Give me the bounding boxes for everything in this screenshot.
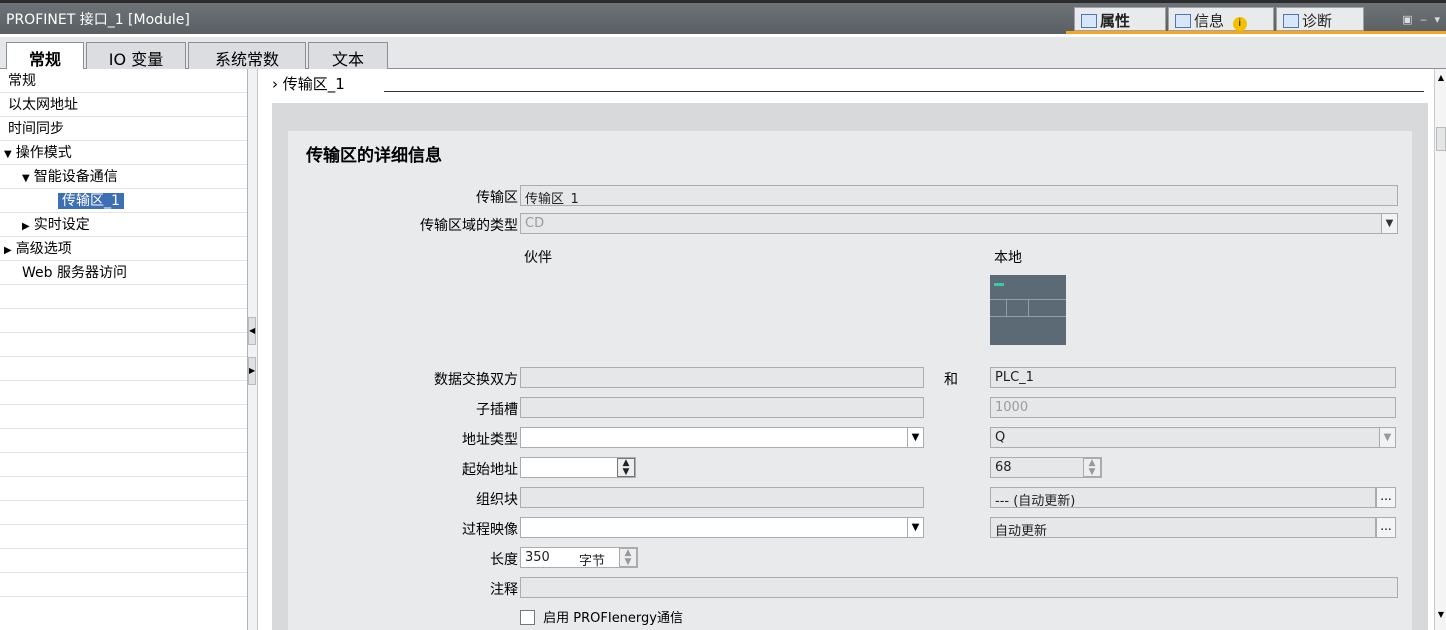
scroll-down-icon[interactable]: ▼ bbox=[1436, 610, 1446, 626]
section-title: 传输区的详细信息 bbox=[306, 146, 442, 166]
length-label: 长度 bbox=[490, 552, 518, 568]
chevron-down-icon[interactable]: ▼ bbox=[22, 173, 30, 184]
details-pane: › 传输区_1 传输区的详细信息 传输区 传输区_1 传输区域的类型 CD ▼ … bbox=[258, 69, 1434, 630]
tab-diagnostics[interactable]: 诊断 bbox=[1276, 7, 1364, 31]
transfer-area-details-panel: 传输区的详细信息 传输区 传输区_1 传输区域的类型 CD ▼ 伙伴 本地 数据… bbox=[288, 131, 1412, 630]
sidebar-item-i-device[interactable]: ▼ 智能设备通信 bbox=[0, 165, 247, 189]
tab-general[interactable]: 常规 bbox=[6, 42, 84, 70]
sidebar-item-web-server[interactable]: Web 服务器访问 bbox=[0, 261, 247, 285]
start-address-label: 起始地址 bbox=[462, 462, 518, 478]
local-exchange-field[interactable]: PLC_1 bbox=[990, 367, 1396, 388]
plc-device-icon bbox=[990, 275, 1066, 345]
info-icon bbox=[1175, 14, 1191, 28]
exchange-label: 数据交换双方 bbox=[434, 372, 518, 388]
chevron-right-icon[interactable]: ▶ bbox=[4, 245, 12, 256]
window-title: PROFINET 接口_1 [Module] bbox=[6, 12, 190, 28]
sidebar-item-realtime[interactable]: ▶ 实时设定 bbox=[0, 213, 247, 237]
chevron-down-icon[interactable]: ▼ bbox=[1381, 214, 1397, 233]
sidebar-empty-row bbox=[0, 405, 247, 429]
breadcrumb-divider bbox=[384, 91, 1424, 92]
local-address-type-select[interactable]: Q ▼ bbox=[990, 427, 1396, 448]
stepper-icon[interactable]: ▲ ▼ bbox=[619, 548, 637, 567]
transfer-area-label: 传输区 bbox=[476, 190, 518, 206]
sidebar-empty-row bbox=[0, 453, 247, 477]
chevron-down-icon[interactable]: ▼ bbox=[907, 428, 923, 447]
sidebar-empty-row bbox=[0, 429, 247, 453]
chevron-down-icon[interactable]: ▼ bbox=[907, 518, 923, 537]
partner-process-image-select[interactable]: ▼ bbox=[520, 517, 924, 538]
chevron-down-icon[interactable]: ▼ bbox=[4, 149, 12, 160]
proenergy-checkbox[interactable] bbox=[520, 610, 535, 625]
partner-address-type-select[interactable]: ▼ bbox=[520, 427, 924, 448]
tab-system-constants[interactable]: 系统常数 bbox=[188, 42, 306, 69]
partner-subslot-field[interactable] bbox=[520, 397, 924, 418]
process-image-label: 过程映像 bbox=[462, 522, 518, 538]
collapse-left-icon[interactable]: ◀ bbox=[248, 317, 256, 345]
partner-header: 伙伴 bbox=[524, 250, 552, 266]
navigation-tree: 常规 以太网地址 时间同步 ▼ 操作模式 ▼ 智能设备通信 传输区_1 ▶ 实时设定 … bbox=[0, 69, 248, 630]
chevron-down-icon[interactable]: ▼ bbox=[1379, 428, 1395, 447]
property-tabs: 常规 IO 变量 系统常数 文本 bbox=[0, 37, 1446, 70]
diagnostics-icon bbox=[1283, 14, 1299, 28]
sidebar-item-advanced[interactable]: ▶ 高级选项 bbox=[0, 237, 247, 261]
area-type-label: 传输区域的类型 bbox=[420, 218, 518, 234]
transfer-area-name-field[interactable]: 传输区_1 bbox=[520, 185, 1398, 206]
sidebar-empty-row bbox=[0, 309, 247, 333]
tab-texts[interactable]: 文本 bbox=[308, 42, 388, 69]
stepper-icon[interactable]: ▲ ▼ bbox=[617, 458, 635, 477]
sidebar-item-transfer-area[interactable]: 传输区_1 bbox=[0, 189, 247, 213]
comment-label: 注释 bbox=[490, 582, 518, 598]
comment-field[interactable] bbox=[520, 577, 1398, 598]
area-type-select[interactable]: CD ▼ bbox=[520, 213, 1398, 234]
vertical-scrollbar[interactable]: ▲ ▼ bbox=[1434, 69, 1446, 630]
length-field[interactable]: 350 字节 ▲ ▼ bbox=[520, 547, 638, 568]
ellipsis-button[interactable]: ... bbox=[1376, 517, 1396, 538]
ellipsis-button[interactable]: ... bbox=[1376, 487, 1396, 508]
sidebar-item-ethernet[interactable]: 以太网地址 bbox=[0, 93, 247, 117]
scroll-up-icon[interactable]: ▲ bbox=[1436, 73, 1446, 89]
local-header: 本地 bbox=[994, 250, 1022, 266]
tab-info[interactable]: 信息 i bbox=[1168, 7, 1274, 31]
content-area: 传输区的详细信息 传输区 传输区_1 传输区域的类型 CD ▼ 伙伴 本地 数据… bbox=[272, 103, 1428, 630]
partner-exchange-field[interactable] bbox=[520, 367, 924, 388]
proenergy-option[interactable]: 启用 PROFIenergy通信 bbox=[520, 607, 820, 627]
partner-ob-field[interactable] bbox=[520, 487, 924, 508]
tab-io-tags[interactable]: IO 变量 bbox=[86, 42, 186, 69]
scroll-thumb[interactable] bbox=[1436, 127, 1446, 151]
window-controls[interactable]: ▣ ‒ ▾ bbox=[1402, 13, 1442, 26]
properties-icon bbox=[1081, 14, 1097, 28]
sidebar-empty-row bbox=[0, 549, 247, 573]
chevron-right-icon[interactable]: ▶ bbox=[22, 221, 30, 232]
sidebar-empty-row bbox=[0, 381, 247, 405]
sidebar-item-general[interactable]: 常规 bbox=[0, 69, 247, 93]
breadcrumb: › 传输区_1 bbox=[272, 75, 345, 93]
tab-properties[interactable]: 属性 bbox=[1074, 7, 1166, 31]
sidebar-empty-row bbox=[0, 525, 247, 549]
info-badge-icon: i bbox=[1232, 17, 1247, 31]
sidebar-item-time-sync[interactable]: 时间同步 bbox=[0, 117, 247, 141]
inspector-titlebar: PROFINET 接口_1 [Module] 属性 信息 i 诊断 ▣ ‒ ▾ bbox=[0, 0, 1446, 34]
expand-right-icon[interactable]: ▶ bbox=[248, 357, 256, 385]
ob-label: 组织块 bbox=[476, 492, 518, 508]
sidebar-empty-row bbox=[0, 477, 247, 501]
and-label: 和 bbox=[944, 372, 958, 388]
local-ob-field[interactable]: --- (自动更新) bbox=[990, 487, 1376, 508]
sidebar-empty-row bbox=[0, 333, 247, 357]
local-start-address-field[interactable]: 68 ▲ ▼ bbox=[990, 457, 1102, 478]
sidebar-empty-row bbox=[0, 357, 247, 381]
sidebar-item-operating-mode[interactable]: ▼ 操作模式 bbox=[0, 141, 247, 165]
sidebar-empty-row bbox=[0, 501, 247, 525]
accent-line bbox=[1066, 31, 1446, 34]
sidebar-empty-row bbox=[0, 285, 247, 309]
sidebar-empty-row bbox=[0, 573, 247, 597]
stepper-icon[interactable]: ▲ ▼ bbox=[1083, 458, 1101, 477]
local-subslot-field[interactable]: 1000 bbox=[990, 397, 1396, 418]
partner-start-address-field[interactable]: ▲ ▼ bbox=[520, 457, 636, 478]
address-type-label: 地址类型 bbox=[462, 432, 518, 448]
local-process-image-field[interactable]: 自动更新 bbox=[990, 517, 1376, 538]
panel-splitter[interactable]: ◀ ▶ bbox=[248, 69, 258, 630]
subslot-label: 子插槽 bbox=[476, 402, 518, 418]
